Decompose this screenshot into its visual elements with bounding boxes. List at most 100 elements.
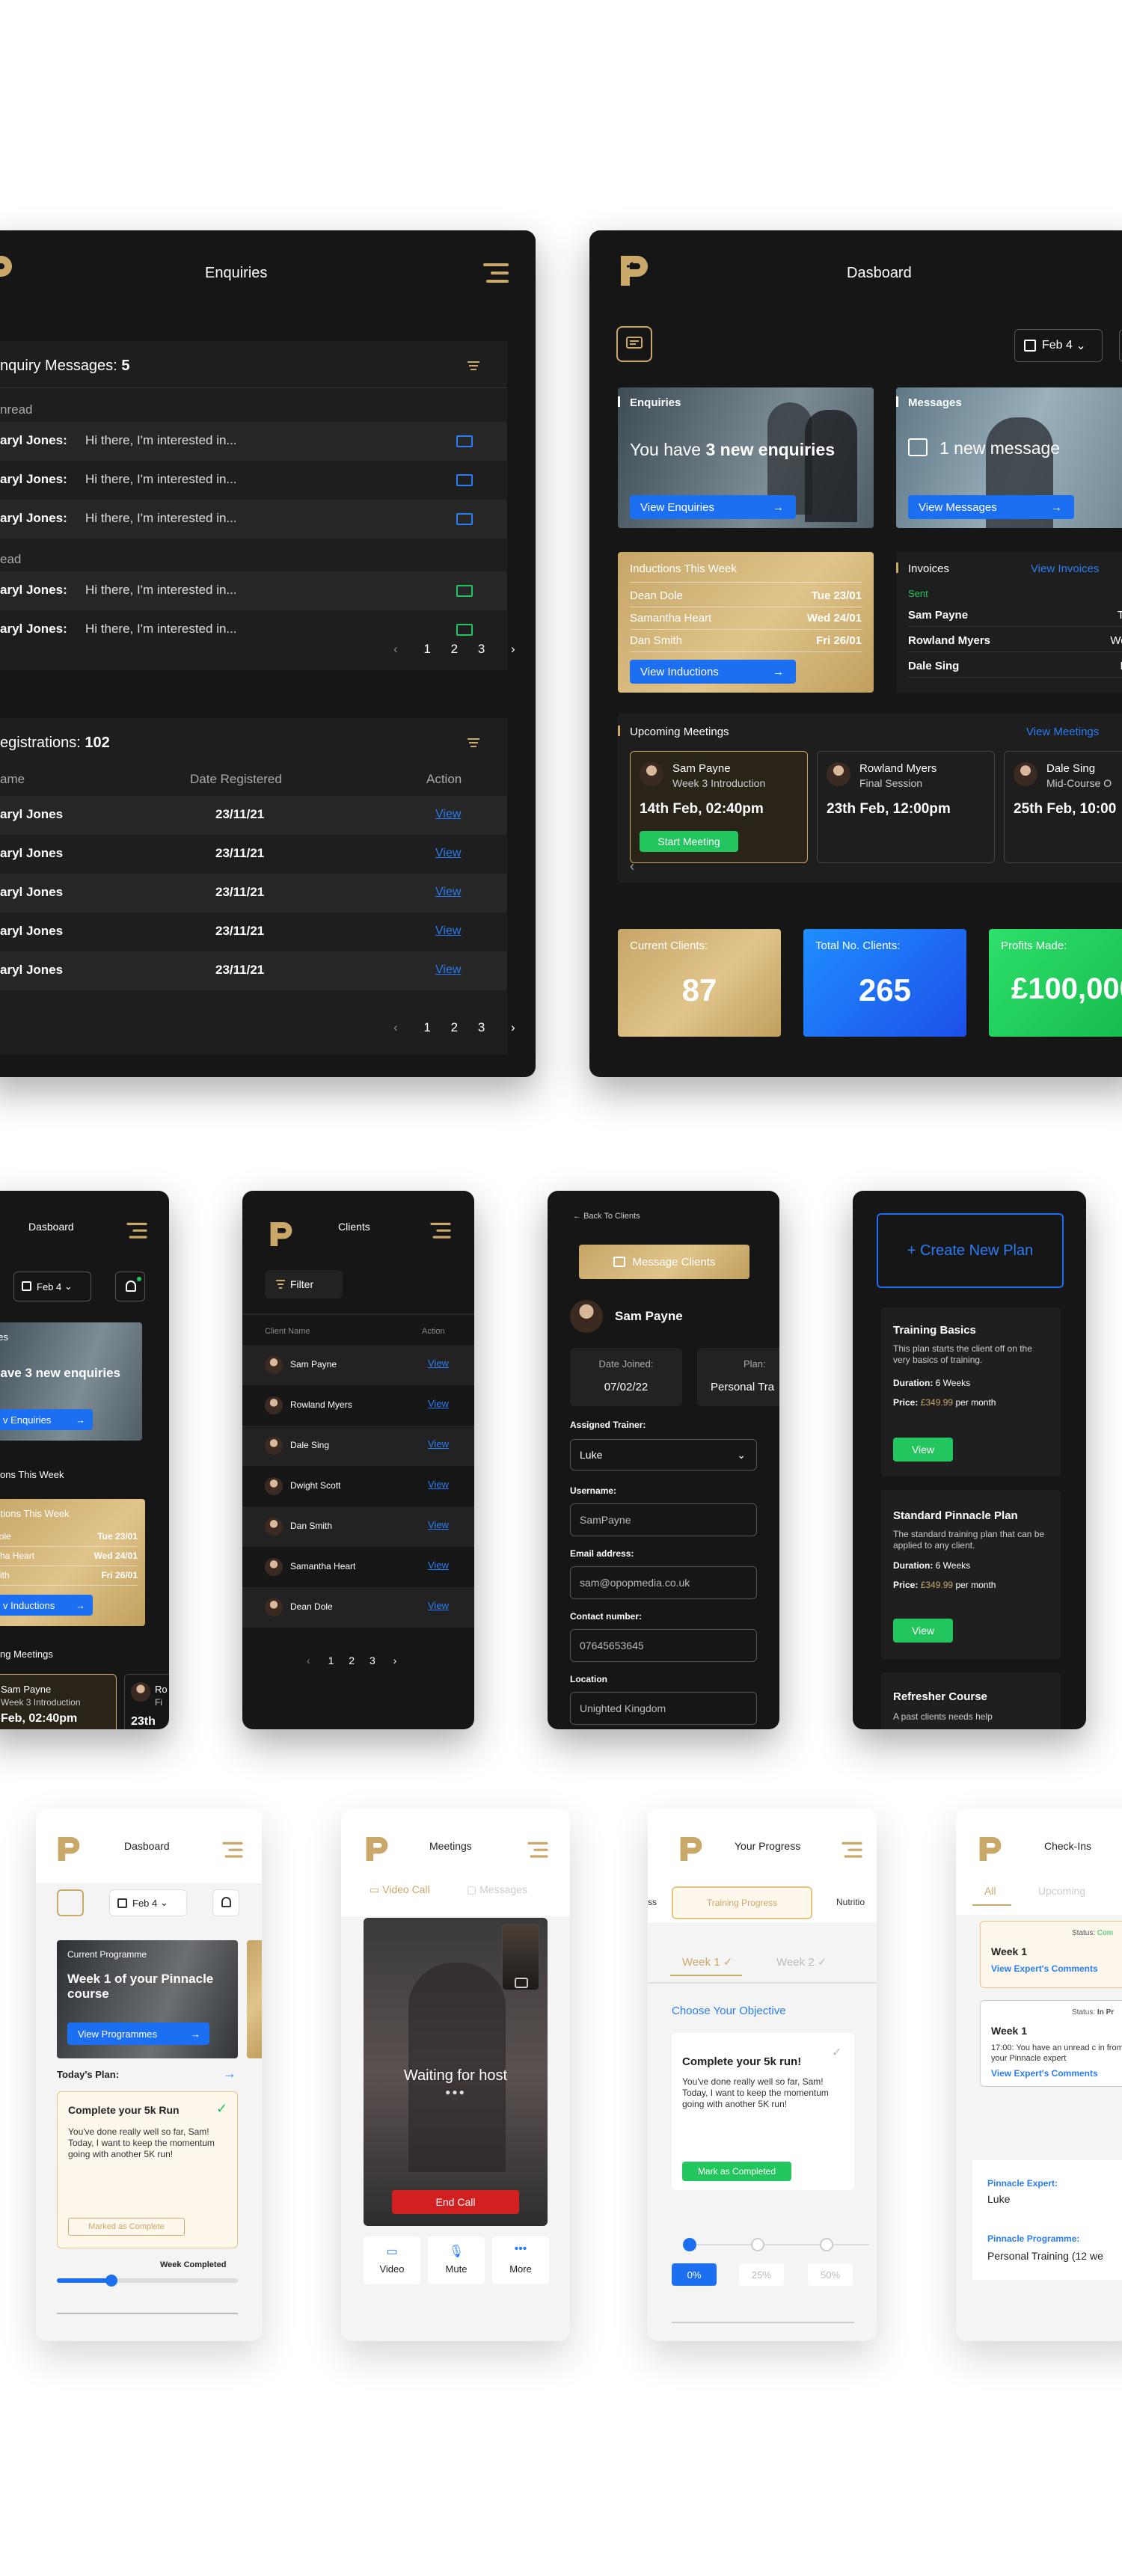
- date-picker[interactable]: Feb 4 ⌄: [109, 1889, 187, 1916]
- message-row[interactable]: aryl Jones: Hi there, I'm interested in..…: [0, 422, 507, 461]
- view-link[interactable]: View: [428, 1398, 449, 1409]
- tab-upcoming[interactable]: Upcoming: [1038, 1885, 1085, 1897]
- notification-button[interactable]: [115, 1272, 145, 1301]
- slider-step[interactable]: [683, 2238, 696, 2251]
- mark-completed-button[interactable]: Mark as Completed: [682, 2162, 791, 2181]
- page-1[interactable]: 1: [423, 1020, 430, 1034]
- view-comments-link[interactable]: View Expert's Comments: [991, 2068, 1098, 2079]
- step-50[interactable]: 50%: [808, 2263, 853, 2286]
- view-link[interactable]: View: [435, 963, 461, 977]
- step-25[interactable]: 25%: [739, 2263, 784, 2286]
- view-link[interactable]: View: [435, 847, 461, 860]
- unread-mail-icon[interactable]: [456, 474, 473, 486]
- message-row[interactable]: aryl Jones: Hi there, I'm interested in..…: [0, 571, 507, 610]
- slider-step[interactable]: [751, 2238, 764, 2251]
- end-call-button[interactable]: End Call: [392, 2190, 519, 2214]
- view-enquiries-button[interactable]: View Enquiries →: [630, 495, 796, 519]
- read-mail-icon[interactable]: [456, 624, 473, 636]
- view-link[interactable]: View: [428, 1560, 449, 1571]
- meeting-card[interactable]: Sam Payne Week 3 Introduction Feb, 02:40…: [0, 1674, 117, 1729]
- message-row[interactable]: aryl Jones: Hi there, I'm interested in..…: [0, 461, 507, 500]
- meeting-card[interactable]: Ro Fi 23th: [124, 1674, 169, 1729]
- prev-page-icon[interactable]: ‹: [307, 1655, 310, 1666]
- chat-icon[interactable]: [616, 326, 652, 362]
- read-mail-icon[interactable]: [456, 585, 473, 597]
- view-link[interactable]: View: [428, 1600, 449, 1611]
- view-link[interactable]: View: [428, 1479, 449, 1490]
- week-2-tab[interactable]: Week 2 ✓: [776, 1955, 827, 1969]
- menu-icon[interactable]: [430, 1222, 451, 1239]
- meeting-card[interactable]: Rowland Myers Final Session 23th Feb, 12:0…: [817, 751, 995, 863]
- next-page-icon[interactable]: ›: [511, 1020, 515, 1034]
- tab-messages[interactable]: ▢ Messages: [467, 1883, 527, 1896]
- chat-icon[interactable]: [57, 1889, 84, 1916]
- menu-icon[interactable]: [527, 1841, 548, 1859]
- camera-switch-icon[interactable]: [515, 1978, 528, 1988]
- next-page-icon[interactable]: ›: [393, 1655, 397, 1666]
- page-3[interactable]: 3: [478, 642, 485, 656]
- next-page-icon[interactable]: ›: [511, 642, 515, 656]
- page-3[interactable]: 3: [478, 1020, 485, 1034]
- view-inductions-button[interactable]: v Inductions →: [0, 1595, 93, 1616]
- view-inductions-button[interactable]: View Inductions →: [630, 660, 796, 684]
- create-plan-button[interactable]: + Create New Plan: [877, 1213, 1064, 1288]
- page-2[interactable]: 2: [451, 1020, 458, 1034]
- menu-icon[interactable]: [483, 263, 509, 284]
- view-link[interactable]: View: [435, 808, 461, 821]
- view-plan-button[interactable]: View: [893, 1619, 953, 1643]
- self-view[interactable]: [501, 1924, 540, 1991]
- menu-icon[interactable]: [842, 1841, 862, 1859]
- page-1[interactable]: 1: [423, 642, 430, 656]
- page-2[interactable]: 2: [349, 1655, 355, 1666]
- scroll-left-icon[interactable]: ‹: [630, 859, 634, 874]
- tab-previous[interactable]: ss: [648, 1897, 657, 1907]
- view-link[interactable]: View: [435, 886, 461, 899]
- page-3[interactable]: 3: [370, 1655, 375, 1666]
- week-1-tab[interactable]: Week 1 ✓: [682, 1955, 732, 1969]
- marked-complete-button[interactable]: Marked as Complete: [68, 2218, 185, 2236]
- view-link[interactable]: View: [428, 1438, 449, 1450]
- back-to-clients-link[interactable]: ← Back To Clients: [573, 1212, 640, 1221]
- arrow-right-icon[interactable]: →: [223, 2066, 236, 2082]
- meeting-card[interactable]: Sam Payne Week 3 Introduction 14th Feb, 02…: [630, 751, 808, 863]
- sort-icon[interactable]: [467, 361, 480, 370]
- trainer-select[interactable]: Luke ⌄: [570, 1439, 757, 1471]
- prev-page-icon[interactable]: ‹: [393, 642, 398, 656]
- video-toggle[interactable]: ▭ Video: [364, 2236, 420, 2284]
- view-link[interactable]: View: [428, 1358, 449, 1369]
- unread-mail-icon[interactable]: [456, 435, 473, 447]
- view-link[interactable]: View: [428, 1519, 449, 1530]
- tab-video-call[interactable]: ▭ Video Call: [370, 1883, 430, 1896]
- notification-button[interactable]: [212, 1889, 239, 1916]
- meeting-card[interactable]: Dale Sing Mid-Course O 25th Feb, 10:00: [1004, 751, 1122, 863]
- view-invoices-link[interactable]: View Invoices: [1031, 562, 1099, 575]
- date-picker[interactable]: Feb 4 ⌄: [1014, 329, 1103, 362]
- message-row[interactable]: aryl Jones: Hi there, I'm interested in..…: [0, 500, 507, 539]
- notification-button[interactable]: [1119, 329, 1122, 362]
- email-field[interactable]: sam@opopmedia.co.uk: [570, 1566, 757, 1599]
- step-0[interactable]: 0%: [672, 2263, 717, 2286]
- date-picker[interactable]: Feb 4 ⌄: [13, 1272, 91, 1301]
- page-2[interactable]: 2: [451, 642, 458, 656]
- tab-nutrition[interactable]: Nutritio: [836, 1897, 865, 1907]
- menu-icon[interactable]: [222, 1841, 243, 1859]
- tab-training-progress[interactable]: Training Progress: [672, 1886, 812, 1919]
- progress-handle[interactable]: [105, 2275, 117, 2287]
- view-link[interactable]: View: [435, 924, 461, 938]
- username-field[interactable]: SamPayne: [570, 1503, 757, 1536]
- more-button[interactable]: ••• More: [492, 2236, 549, 2284]
- view-enquiries-button[interactable]: v Enquiries →: [0, 1409, 93, 1430]
- prev-page-icon[interactable]: ‹: [393, 1020, 398, 1034]
- menu-icon[interactable]: [126, 1222, 147, 1239]
- view-programmes-button[interactable]: View Programmes →: [67, 2023, 209, 2045]
- location-field[interactable]: Unighted Kingdom: [570, 1692, 757, 1725]
- contact-field[interactable]: 07645653645: [570, 1629, 757, 1662]
- mute-toggle[interactable]: 🎙 Mute: [428, 2236, 485, 2284]
- view-meetings-link[interactable]: View Meetings: [1026, 726, 1099, 738]
- view-messages-button[interactable]: View Messages →: [908, 495, 1074, 519]
- start-meeting-button[interactable]: Start Meeting: [640, 831, 738, 852]
- page-1[interactable]: 1: [328, 1655, 334, 1666]
- sort-icon[interactable]: [467, 737, 480, 747]
- tab-all[interactable]: All: [984, 1885, 996, 1897]
- filter-button[interactable]: Filter: [265, 1270, 343, 1298]
